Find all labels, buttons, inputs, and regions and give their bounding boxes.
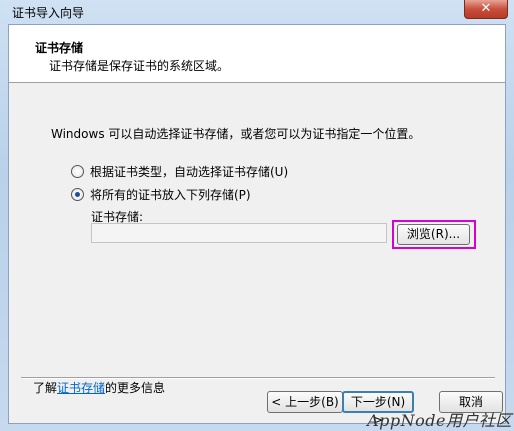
- option-place-all[interactable]: 将所有的证书放入下列存储(P): [71, 186, 251, 202]
- wizard-header: 证书存储 证书存储是保存证书的系统区域。: [9, 25, 505, 83]
- wizard-body: Windows 可以自动选择证书存储，或者您可以为证书指定一个位置。 根据证书类…: [9, 83, 505, 395]
- dialog-window: 证书导入向导 ✕ 证书存储 证书存储是保存证书的系统区域。 Windows 可以…: [0, 0, 514, 431]
- radio-auto-select[interactable]: [71, 164, 84, 178]
- option-auto-select[interactable]: 根据证书类型，自动选择证书存储(U): [71, 163, 288, 179]
- watermark: AppNode用户社区: [367, 411, 512, 430]
- option-place-all-label[interactable]: 将所有的证书放入下列存储(P): [90, 186, 251, 203]
- browse-button[interactable]: 浏览(R)...: [397, 224, 470, 245]
- learn-more-text: 了解证书存储的更多信息: [33, 379, 165, 396]
- learn-more-prefix: 了解: [33, 381, 58, 395]
- option-auto-select-label[interactable]: 根据证书类型，自动选择证书存储(U): [90, 163, 288, 180]
- page-title: 证书存储: [35, 41, 84, 55]
- footer-divider: [21, 377, 495, 379]
- intro-text: Windows 可以自动选择证书存储，或者您可以为证书指定一个位置。: [51, 127, 421, 141]
- close-icon: ✕: [480, 1, 492, 16]
- radio-place-all[interactable]: [71, 187, 84, 201]
- back-button[interactable]: < 上一步(B): [267, 391, 343, 413]
- window-title: 证书导入向导: [12, 6, 85, 20]
- store-field: [91, 223, 387, 243]
- page-description: 证书存储是保存证书的系统区域。: [49, 59, 230, 73]
- certificate-store-link[interactable]: 证书存储: [57, 381, 105, 395]
- title-bar[interactable]: 证书导入向导 ✕: [0, 0, 514, 24]
- wizard-client-area: 证书存储 证书存储是保存证书的系统区域。 Windows 可以自动选择证书存储，…: [8, 24, 506, 427]
- learn-more-suffix: 的更多信息: [105, 381, 166, 395]
- close-button[interactable]: ✕: [464, 0, 508, 19]
